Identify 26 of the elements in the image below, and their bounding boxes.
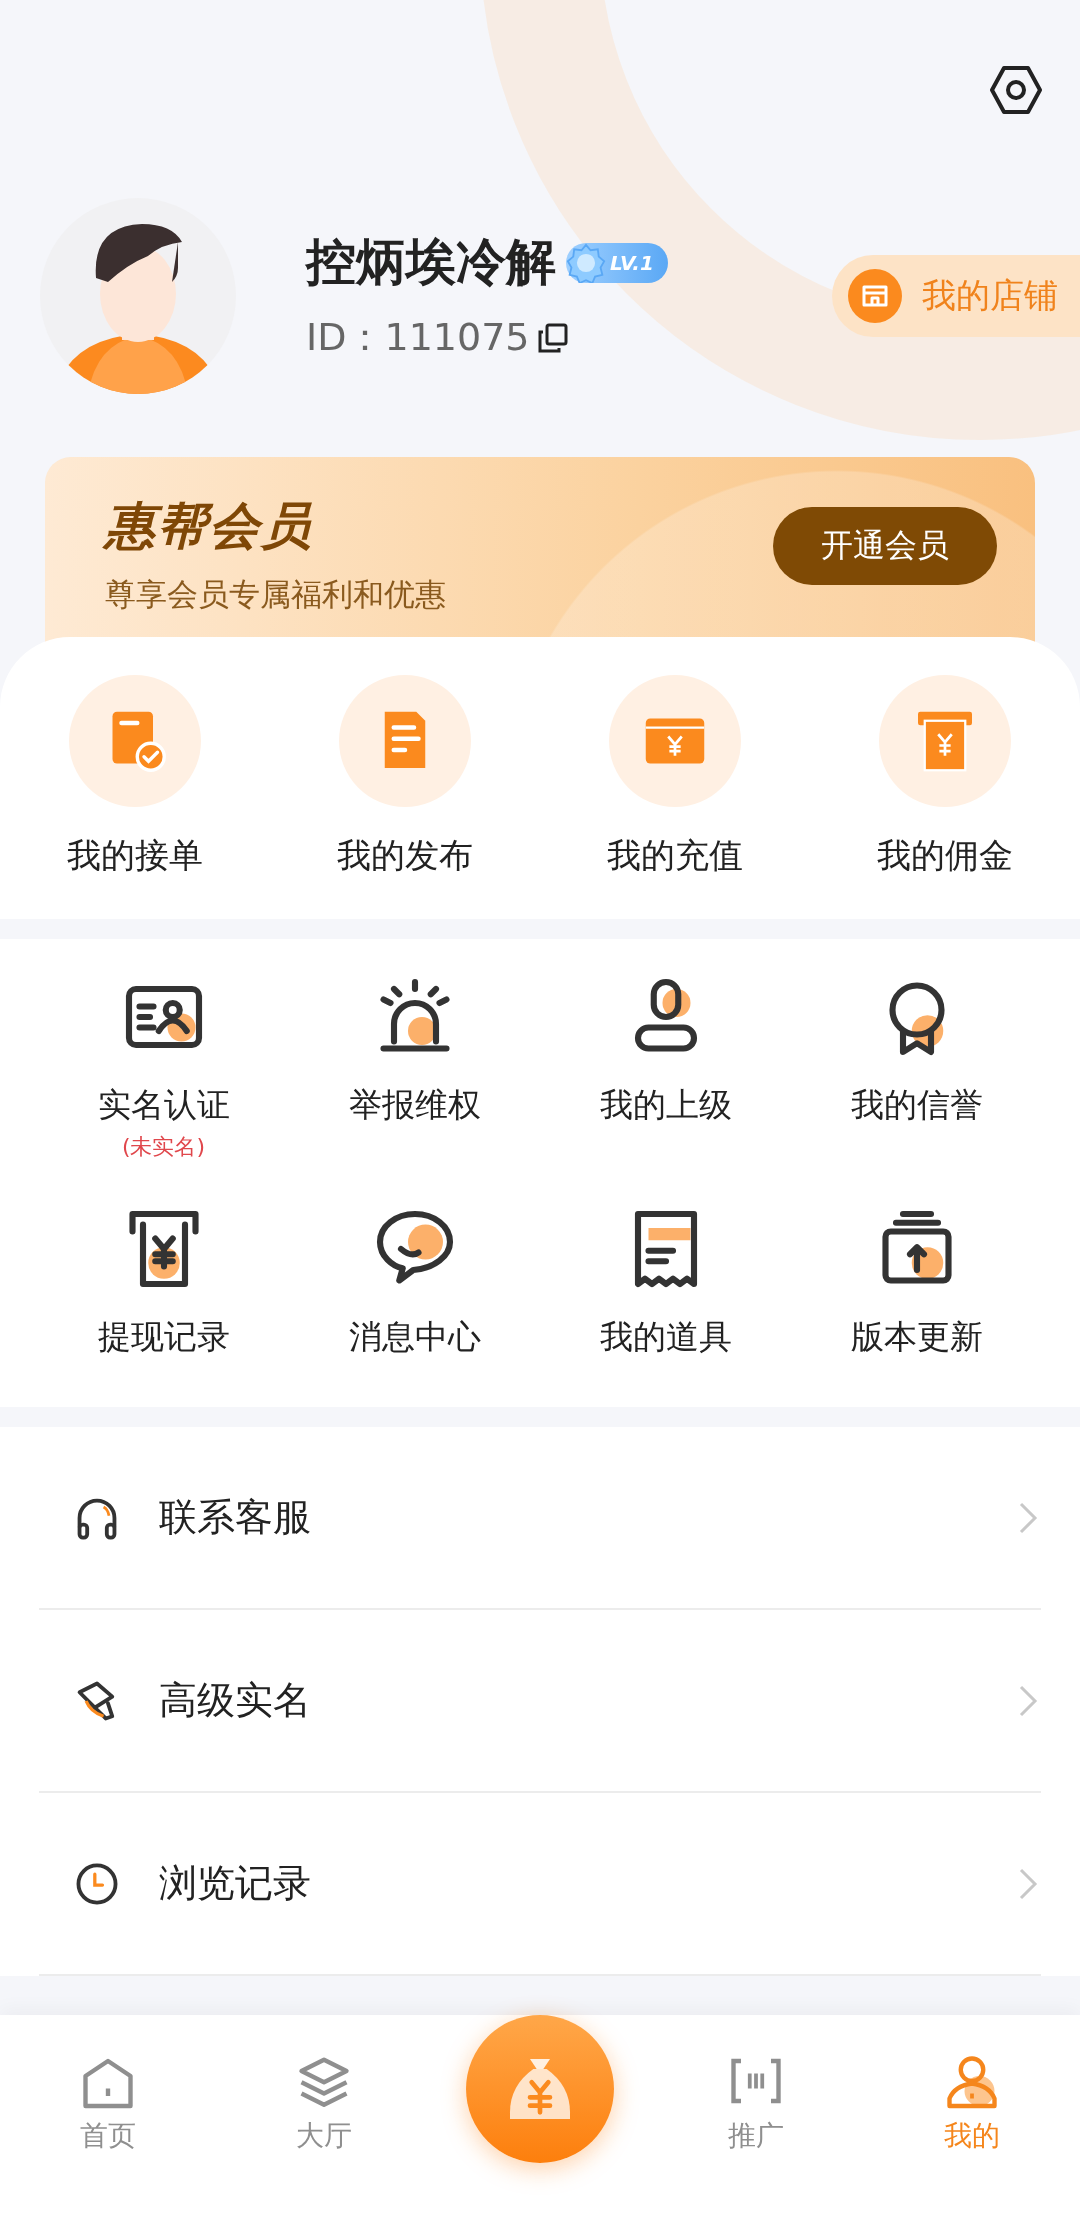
user-id: ID：111075 (306, 314, 530, 361)
quick-action-label[interactable]: 我的接单 (67, 833, 203, 879)
banner-subtitle: 尊享会员专属福利和优惠 (105, 575, 446, 614)
menu-row[interactable]: 高级实名 (39, 1610, 1041, 1793)
quick-action-label[interactable]: 我的佣金 (877, 833, 1013, 879)
tool-label[interactable]: 提现记录 (97, 1315, 230, 1360)
menu-label: 高级实名 (159, 1677, 312, 1724)
menu-label: 联系客服 (159, 1494, 312, 1541)
tool-label[interactable]: 我的信誉 (850, 1083, 983, 1128)
tool-label[interactable]: 消息中心 (348, 1315, 481, 1360)
level-badge: LV.1 (566, 242, 668, 283)
tool-label[interactable]: 我的道具 (599, 1315, 732, 1360)
verification-status: (未实名) (121, 1133, 206, 1161)
copy-icon[interactable] (537, 322, 568, 353)
quick-action-label[interactable]: 我的充值 (607, 833, 743, 879)
open-membership-button[interactable]: 开通会员 (773, 507, 997, 585)
tool-label[interactable]: 我的上级 (599, 1083, 732, 1128)
shop-icon (848, 269, 902, 323)
tool-label[interactable]: 举报维权 (348, 1083, 481, 1128)
tool-label[interactable]: 实名认证 (97, 1083, 230, 1128)
menu-row[interactable]: 浏览记录 (39, 1793, 1041, 1976)
username: 控炳埃冷解 (306, 232, 556, 293)
menu-label: 浏览记录 (159, 1860, 312, 1907)
menu-row[interactable]: 联系客服 (39, 1427, 1041, 1610)
tool-label[interactable]: 版本更新 (850, 1315, 983, 1360)
quick-action-label[interactable]: 我的发布 (337, 833, 473, 879)
